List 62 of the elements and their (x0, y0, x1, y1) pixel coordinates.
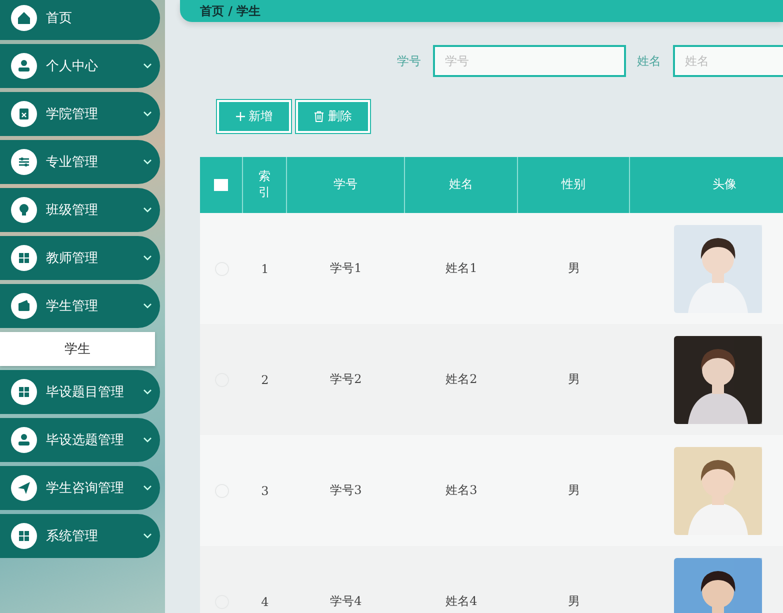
column-header: 姓名 (449, 177, 473, 193)
user-icon (11, 53, 37, 79)
table-cell: 3 (261, 484, 269, 498)
sidebar-item[interactable]: 学院管理 (0, 92, 160, 136)
table-cell: 姓名1 (446, 260, 478, 277)
table-cell: 学号3 (330, 482, 362, 499)
field-label: 学号 (397, 52, 421, 70)
clipboard-icon (11, 101, 37, 127)
column-header: 头像 (712, 177, 736, 193)
sidebar-item[interactable]: 学生管理 (0, 284, 160, 328)
sliders-icon (11, 149, 37, 175)
sidebar-item[interactable]: 专业管理 (0, 140, 160, 184)
wallet-icon (11, 293, 37, 319)
sidebar-item[interactable]: 首页 (0, 0, 160, 40)
chevron-icon (143, 159, 152, 165)
chevron-icon (143, 437, 152, 443)
sidebar-item[interactable]: 班级管理 (0, 188, 160, 232)
column-header: 学号 (334, 177, 358, 193)
table-cell: 1 (261, 262, 269, 276)
select-all-checkbox[interactable] (214, 179, 228, 191)
table-cell: 姓名4 (446, 593, 478, 610)
table-cell: 2 (261, 372, 269, 386)
sidebar-item[interactable]: 毕设选题管理 (0, 418, 160, 462)
table-cell: 男 (568, 482, 580, 499)
home-icon (11, 5, 37, 31)
plus-icon (236, 112, 244, 121)
table-cell: 姓名3 (446, 482, 478, 499)
field-label: 姓名 (637, 52, 661, 70)
column-header: 性别 (562, 177, 586, 193)
grid-icon (11, 523, 37, 549)
sidebar-item[interactable]: 系统管理 (0, 514, 160, 558)
table-cell: 学号1 (330, 260, 362, 277)
breadcrumb: 首页 / 学生 (200, 2, 261, 20)
sidebar-item[interactable]: 教师管理 (0, 236, 160, 280)
sidebar-item[interactable]: 毕设题目管理 (0, 370, 160, 414)
search-field[interactable]: 学号 (433, 45, 626, 77)
trash-icon (314, 111, 324, 122)
send-icon (11, 475, 37, 501)
chevron-icon (143, 207, 152, 213)
user-icon (11, 427, 37, 453)
grid-icon (11, 379, 37, 405)
table-cell: 男 (568, 260, 580, 277)
sidebar-item[interactable]: 个人中心 (0, 44, 160, 88)
table-cell: 姓名2 (446, 371, 478, 388)
chevron-icon (143, 389, 152, 395)
chevron-icon (143, 255, 152, 261)
table-cell: 男 (568, 371, 580, 388)
chevron-icon (143, 533, 152, 539)
search-field[interactable]: 姓名 (673, 45, 783, 77)
bulb-icon (11, 197, 37, 223)
table-cell: 4 (261, 594, 269, 608)
submenu-item[interactable]: 学生 (0, 332, 155, 366)
chevron-icon (143, 485, 152, 491)
sidebar-item[interactable]: 学生咨询管理 (0, 466, 160, 510)
chevron-icon (143, 63, 152, 69)
table-cell: 男 (568, 593, 580, 610)
grid-icon (11, 245, 37, 271)
chevron-icon (143, 111, 152, 117)
column-header: 索引 (257, 169, 272, 201)
table-cell: 学号2 (330, 371, 362, 388)
chevron-icon (143, 303, 152, 309)
table-cell: 学号4 (330, 593, 362, 610)
